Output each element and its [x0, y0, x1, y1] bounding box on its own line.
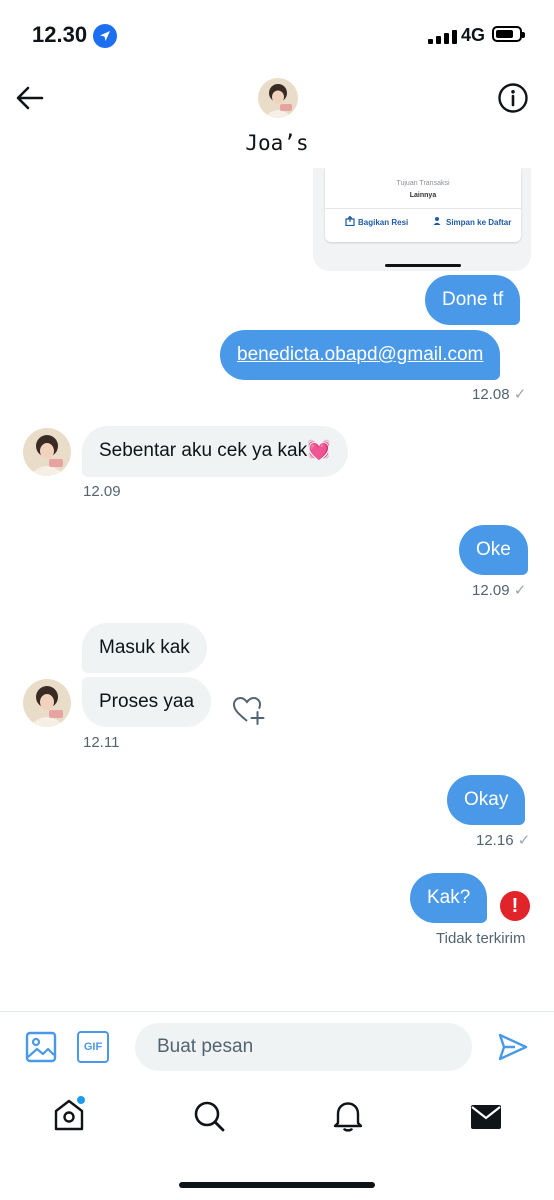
save-receipt-label: Simpan ke Daftar — [446, 217, 512, 227]
signal-bars-icon — [428, 30, 457, 44]
send-failed-status: Tidak terkirim — [436, 930, 526, 947]
receipt-card: Tujuan Transaksi Lainnya Bagikan Resi Si… — [325, 168, 521, 242]
message-timestamp: 12.09 ✓ — [472, 582, 527, 599]
message-bubble-received[interactable]: Masuk kak — [82, 623, 207, 673]
message-timestamp: 12.09 — [83, 483, 121, 500]
contact-avatar[interactable] — [258, 78, 298, 118]
send-icon[interactable] — [497, 1031, 529, 1063]
email-link-message[interactable]: benedicta.obapd@gmail.com — [220, 330, 501, 380]
back-arrow-icon[interactable] — [14, 82, 46, 114]
share-icon — [345, 215, 355, 228]
home-icon[interactable] — [52, 1096, 86, 1132]
receipt-divider — [325, 208, 521, 209]
location-arrow-icon — [93, 24, 117, 48]
share-receipt-button: Bagikan Resi — [345, 215, 409, 228]
conversation-title[interactable]: Joa’s — [200, 131, 354, 155]
receipt-label: Tujuan Transaksi — [396, 180, 450, 187]
messages-envelope-icon[interactable] — [470, 1103, 502, 1131]
add-reaction-icon[interactable] — [232, 694, 266, 726]
battery-icon — [492, 26, 525, 42]
contact-avatar[interactable] — [23, 679, 71, 727]
message-timestamp: 12.16 ✓ — [476, 832, 531, 849]
status-time: 12.30 — [32, 22, 88, 47]
save-receipt-button: Simpan ke Daftar — [433, 216, 511, 228]
message-bubble-received[interactable]: Proses yaa — [82, 677, 212, 727]
error-alert-icon[interactable]: ! — [500, 891, 530, 921]
share-receipt-label: Bagikan Resi — [358, 217, 409, 227]
sent-check-icon: ✓ — [513, 386, 527, 403]
gif-icon[interactable]: GIF — [77, 1031, 109, 1063]
message-bubble-sent[interactable]: Done tf — [425, 275, 521, 325]
gif-label: GIF — [83, 1041, 103, 1053]
person-add-icon — [433, 216, 443, 228]
contact-avatar[interactable] — [23, 428, 71, 476]
sent-check-icon: ✓ — [517, 832, 531, 849]
message-bubble-sent[interactable]: Oke — [459, 525, 528, 575]
image-icon[interactable] — [25, 1031, 57, 1063]
search-icon[interactable] — [192, 1099, 226, 1133]
message-timestamp: 12.08 ✓ — [472, 386, 527, 403]
message-bubble-sent[interactable]: Okay — [447, 775, 526, 825]
message-bubble-failed[interactable]: Kak? — [410, 873, 488, 923]
message-bubble-received[interactable]: Sebentar aku cek ya kak💓 — [82, 426, 348, 477]
receipt-home-indicator — [385, 264, 461, 267]
info-icon[interactable] — [497, 82, 529, 114]
receipt-value: Lainnya — [409, 192, 437, 199]
message-input[interactable] — [135, 1023, 472, 1071]
network-type: 4G — [461, 25, 486, 45]
receipt-image-message[interactable]: Tujuan Transaksi Lainnya Bagikan Resi Si… — [313, 168, 531, 271]
notifications-bell-icon[interactable] — [332, 1099, 364, 1133]
sent-check-icon: ✓ — [513, 582, 527, 599]
message-timestamp: 12.11 — [83, 734, 120, 751]
composer-divider — [0, 1011, 554, 1012]
home-indicator — [179, 1182, 375, 1188]
